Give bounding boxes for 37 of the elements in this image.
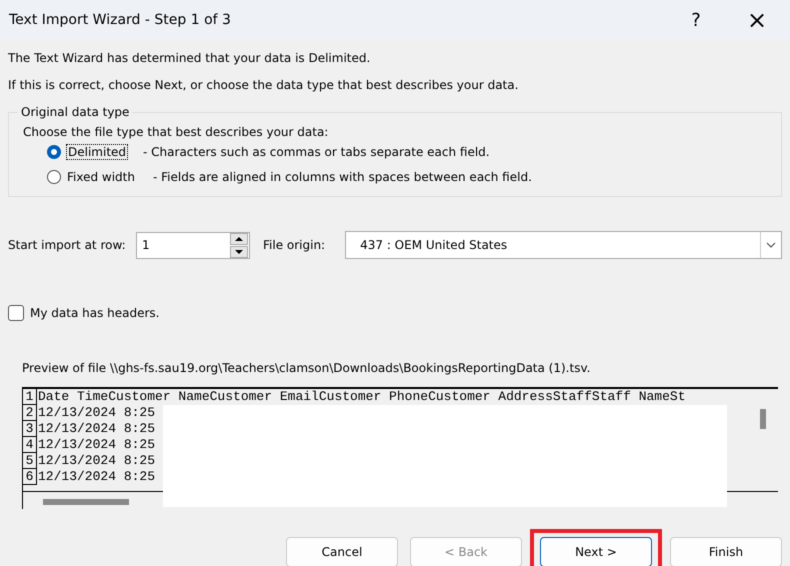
scrollbar-thumb[interactable] — [760, 409, 766, 429]
close-button[interactable]: × — [724, 0, 790, 40]
row-number: 5 — [23, 453, 37, 469]
start-row-spinner[interactable]: 1 — [136, 232, 250, 258]
radio-button[interactable] — [47, 170, 61, 184]
preview-line: Date TimeCustomer NameCustomer EmailCustomer PhoneCustomer AddressStaffStaff NameSt — [37, 389, 686, 405]
window-title: Text Import Wizard - Step 1 of 3 — [8, 12, 232, 28]
checkbox[interactable] — [8, 305, 24, 321]
dialog-button[interactable]: Cancel — [286, 537, 398, 566]
preview-line: 12/13/2024 8:25 — [37, 421, 156, 437]
group-legend: Original data type — [18, 105, 132, 119]
row-number: 1 — [23, 389, 37, 405]
preview-line: 12/13/2024 8:25 — [37, 437, 156, 453]
preview-label: Preview of file \\ghs-fs.sau19.org\Teachers\clamson\Downloads\BookingsReportingData (1).tsv. — [22, 361, 592, 375]
preview-line: 12/13/2024 8:25 — [37, 405, 156, 421]
file-origin-dropdown[interactable]: 437 : OEM United States — [345, 231, 782, 259]
row-number: 2 — [23, 405, 37, 421]
row-number: 4 — [23, 437, 37, 453]
row-number: 3 — [23, 421, 37, 437]
option-description: - Fields are aligned in columns with spaces between each field. — [153, 170, 532, 184]
radio-label[interactable]: Fixed width — [67, 170, 147, 184]
help-button[interactable]: ? — [668, 0, 724, 40]
preview-line: 12/13/2024 8:25 — [37, 453, 156, 469]
prompt-text: Choose the file type that best describes your data: — [23, 125, 330, 139]
preview-line: 12/13/2024 8:25 — [37, 469, 156, 485]
radio-button[interactable] — [47, 144, 61, 158]
dialog-button[interactable]: Next > — [540, 537, 652, 566]
file-origin-label: File origin: — [263, 238, 326, 252]
row-number: 6 — [23, 469, 37, 485]
option-description: - Characters such as commas or tabs separate each field. — [143, 144, 490, 158]
radio-label[interactable]: Delimited — [67, 144, 128, 158]
scrollbar-thumb[interactable] — [43, 499, 129, 505]
checkbox-label[interactable]: My data has headers. — [30, 306, 160, 320]
dialog-button[interactable]: Finish — [670, 537, 782, 566]
intro-text: If this is correct, choose Next, or choose the data type that best describes your data. — [8, 78, 520, 94]
intro-text: The Text Wizard has determined that your data is Delimited. — [8, 51, 372, 67]
start-row-label: Start import at row: — [8, 238, 127, 252]
